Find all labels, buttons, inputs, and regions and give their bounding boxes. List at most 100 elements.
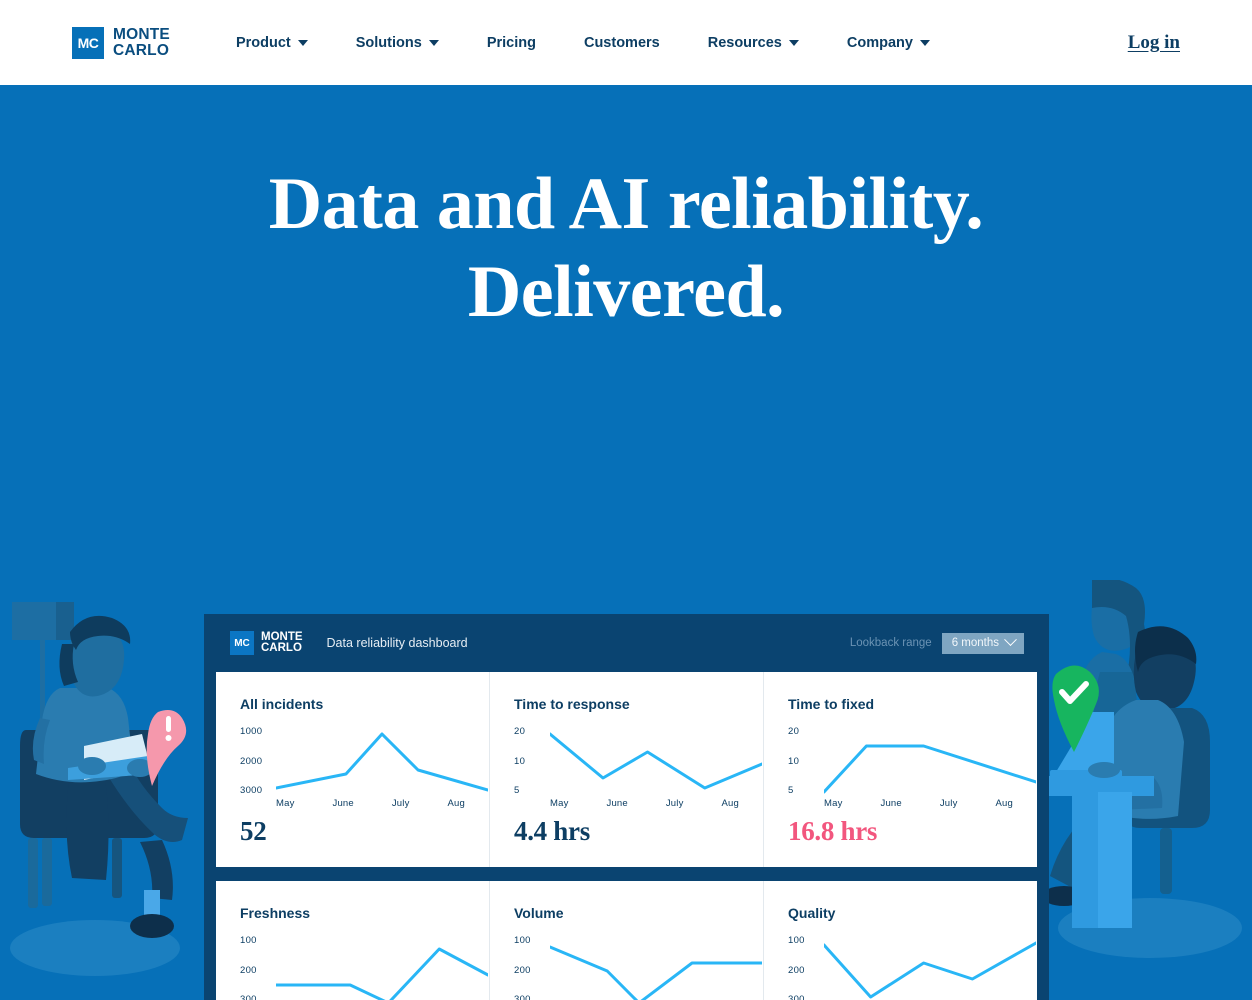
lookback-range-value: 6 months [951, 636, 999, 649]
nav-item-customers[interactable]: Customers [560, 35, 684, 51]
x-axis: May June July Aug [550, 798, 739, 809]
hero-title-line-1: Data and AI reliability. [268, 163, 984, 245]
nav-item-product[interactable]: Product [212, 35, 332, 51]
y-tick: 10 [788, 755, 800, 767]
y-tick: 2000 [240, 755, 263, 767]
y-tick: 20 [514, 726, 526, 737]
line-chart-path [550, 726, 762, 798]
card-value: 16.8 hrs [788, 816, 878, 846]
nav-item-label: Company [846, 34, 913, 51]
dashboard-logo-line-2: CARLO [261, 642, 302, 654]
y-tick: 100 [514, 935, 531, 946]
x-tick: July [391, 798, 410, 809]
metric-card-time-to-response[interactable]: Time to response 20 10 5 May June July A… [489, 672, 763, 867]
y-tick: 1000 [240, 726, 263, 737]
y-axis: 100 200 300 [240, 935, 274, 1000]
y-tick: 200 [788, 964, 805, 976]
nav-item-label: Product [235, 34, 291, 51]
y-tick: 5 [514, 785, 520, 796]
monte-carlo-logo-text: MONTE CARLO [113, 27, 170, 58]
nav-item-label: Customers [583, 34, 660, 51]
line-chart-path [276, 726, 488, 798]
x-tick: July [939, 798, 958, 809]
line-chart-path [276, 935, 488, 1000]
x-tick: May [824, 798, 843, 809]
y-tick: 300 [788, 994, 805, 1000]
card-value: 52 [240, 816, 267, 846]
y-tick: 10 [514, 755, 526, 767]
metric-card-row-top: All incidents 1000 2000 3000 May June Ju… [216, 672, 1037, 867]
card-title: Time to fixed [788, 696, 875, 712]
y-axis: 100 200 300 [514, 935, 548, 1000]
card-title: Time to response [514, 696, 630, 712]
nav-item-resources[interactable]: Resources [684, 35, 823, 51]
card-title: Quality [788, 905, 836, 921]
chart-time-to-fixed: 20 10 5 May June July Aug [788, 726, 1015, 818]
dashboard-logo-mark: MC [230, 631, 254, 655]
chart-time-to-response: 20 10 5 May June July Aug [514, 726, 741, 818]
x-axis: May June July Aug [276, 798, 465, 809]
card-title: Freshness [240, 905, 311, 921]
nav-item-pricing[interactable]: Pricing [463, 35, 560, 51]
nav-item-label: Solutions [355, 34, 422, 51]
y-tick: 20 [788, 726, 800, 737]
hero-section: Data and AI reliability. Delivered. MC M… [0, 85, 1252, 1000]
line-chart-path [824, 726, 1036, 798]
chart-quality: 100 200 300 May June July Aug [788, 935, 1015, 1000]
logo-text-line-1: MONTE [113, 26, 170, 43]
chart-volume: 100 200 300 May June July Aug [514, 935, 741, 1000]
logo-text-line-2: CARLO [113, 41, 170, 59]
hero-title-line-2: Delivered. [467, 251, 785, 333]
metric-card-row-bottom: Freshness 100 200 300 May June July Aug [216, 881, 1037, 1000]
y-axis: 20 10 5 [788, 726, 822, 796]
card-value: 4.4 hrs [514, 816, 590, 846]
y-tick: 200 [514, 964, 531, 976]
y-axis: 1000 2000 3000 [240, 726, 274, 796]
chevron-down-icon [788, 39, 799, 46]
dashboard-logo-text: MONTE CARLO [261, 631, 303, 655]
dashboard-header-actions: Lookback range 6 months [850, 632, 1024, 654]
nav-item-solutions[interactable]: Solutions [332, 35, 463, 51]
illustration-colleagues-at-desk [1040, 580, 1242, 958]
x-axis: May June July Aug [824, 798, 1013, 809]
top-navigation-bar: MC MONTE CARLO Product Solutions Pricing… [0, 0, 1252, 85]
metric-card-time-to-fixed[interactable]: Time to fixed 20 10 5 May June July Aug [763, 672, 1037, 867]
metric-card-all-incidents[interactable]: All incidents 1000 2000 3000 May June Ju… [216, 672, 489, 867]
y-axis: 100 200 300 [788, 935, 822, 1000]
x-tick: July [665, 798, 684, 809]
dashboard-subtitle: Data reliability dashboard [326, 636, 468, 650]
chart-all-incidents: 1000 2000 3000 May June July Aug [240, 726, 467, 818]
chevron-down-icon [1004, 633, 1017, 647]
line-chart-path [824, 935, 1036, 1000]
metric-card-quality[interactable]: Quality 100 200 300 May June July Aug [763, 881, 1037, 1000]
y-tick: 300 [240, 994, 257, 1000]
chart-freshness: 100 200 300 May June July Aug [240, 935, 467, 1000]
primary-nav: Product Solutions Pricing Customers Reso… [212, 35, 954, 51]
card-title: All incidents [240, 696, 324, 712]
monte-carlo-logo-mark: MC [72, 26, 104, 59]
x-tick: June [332, 798, 354, 809]
dashboard-header: MC MONTE CARLO Data reliability dashboar… [204, 614, 1049, 672]
x-tick: Aug [995, 798, 1013, 809]
dashboard-logo: MC MONTE CARLO [230, 631, 303, 655]
illustration-woman-with-laptop [10, 602, 188, 976]
nav-item-label: Pricing [486, 34, 536, 51]
card-title: Volume [514, 905, 564, 921]
y-tick: 5 [788, 785, 794, 796]
x-tick: Aug [447, 798, 465, 809]
line-chart-path [550, 935, 762, 1000]
nav-item-company[interactable]: Company [823, 35, 954, 51]
x-tick: June [880, 798, 902, 809]
metric-card-freshness[interactable]: Freshness 100 200 300 May June July Aug [216, 881, 489, 1000]
x-tick: Aug [721, 798, 739, 809]
metric-card-volume[interactable]: Volume 100 200 300 May June July Aug [489, 881, 763, 1000]
chevron-down-icon [428, 39, 439, 46]
chevron-down-icon [919, 39, 930, 46]
monte-carlo-logo[interactable]: MC MONTE CARLO [72, 26, 170, 59]
login-link[interactable]: Log in [1128, 32, 1180, 54]
y-tick: 300 [514, 994, 531, 1000]
chevron-down-icon [297, 39, 308, 46]
y-tick: 200 [240, 964, 257, 976]
lookback-range-dropdown[interactable]: 6 months [941, 632, 1024, 654]
x-tick: June [606, 798, 628, 809]
